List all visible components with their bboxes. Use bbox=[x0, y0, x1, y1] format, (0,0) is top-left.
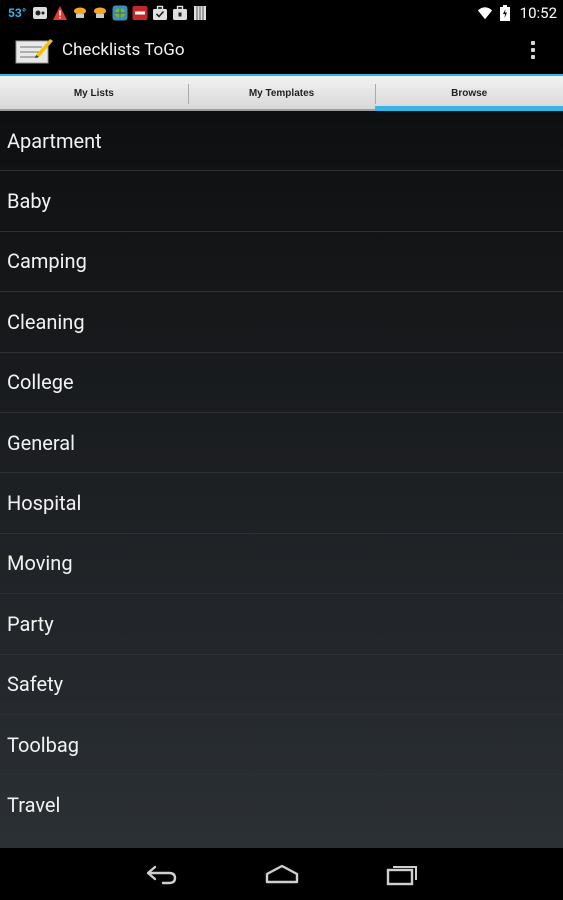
system-status: 10:52 bbox=[477, 4, 557, 22]
app-title: Checklists ToGo bbox=[62, 40, 185, 60]
category-list[interactable]: Apartment Baby Camping Cleaning College … bbox=[0, 111, 563, 848]
tab-label: Browse bbox=[451, 88, 488, 99]
list-item[interactable]: Baby bbox=[0, 171, 563, 232]
checklist-app-icon[interactable] bbox=[14, 35, 54, 65]
globe-icon bbox=[112, 5, 128, 21]
tab-my-lists[interactable]: My Lists bbox=[0, 76, 188, 111]
tab-label: My Lists bbox=[73, 88, 114, 99]
tab-browse[interactable]: Browse bbox=[375, 76, 563, 111]
list-item[interactable]: Apartment bbox=[0, 111, 563, 172]
briefcase-icon bbox=[172, 5, 188, 21]
navigation-bar bbox=[0, 848, 563, 900]
tab-my-templates[interactable]: My Templates bbox=[187, 76, 376, 111]
screen: 53° 10:52 Checklists ToGo My Lists My Te… bbox=[0, 0, 563, 900]
back-icon[interactable] bbox=[137, 859, 187, 889]
status-bar: 53° 10:52 bbox=[0, 0, 563, 26]
list-item[interactable]: Camping bbox=[0, 232, 563, 293]
notes-icon bbox=[192, 5, 208, 21]
list-item[interactable]: Toolbag bbox=[0, 715, 563, 776]
list-item[interactable]: General bbox=[0, 413, 563, 474]
tab-label: My Templates bbox=[248, 88, 315, 99]
overflow-menu-icon[interactable] bbox=[521, 34, 545, 66]
list-item[interactable]: Travel bbox=[0, 775, 563, 836]
warning-icon bbox=[52, 5, 68, 21]
game-controller-icon bbox=[32, 5, 48, 21]
home-icon[interactable] bbox=[257, 859, 307, 889]
list-item[interactable]: Safety bbox=[0, 655, 563, 715]
worker-icon bbox=[72, 5, 88, 21]
list-item[interactable]: Party bbox=[0, 594, 563, 655]
list-item[interactable]: Moving bbox=[0, 534, 563, 595]
list-item[interactable]: College bbox=[0, 353, 563, 413]
list-item[interactable]: Hospital bbox=[0, 473, 563, 534]
action-bar: Checklists ToGo bbox=[0, 26, 563, 74]
notification-icons: 53° bbox=[8, 5, 208, 21]
worker-icon bbox=[92, 5, 108, 21]
list-item[interactable]: Cleaning bbox=[0, 292, 563, 353]
briefcase-icon bbox=[152, 5, 168, 21]
news-icon bbox=[132, 5, 148, 21]
temperature-label: 53° bbox=[8, 6, 27, 20]
clock: 10:52 bbox=[519, 4, 557, 22]
tab-bar: My Lists My Templates Browse bbox=[0, 76, 563, 111]
wifi-icon bbox=[477, 5, 493, 21]
recent-apps-icon[interactable] bbox=[377, 859, 427, 889]
battery-icon bbox=[497, 5, 513, 21]
